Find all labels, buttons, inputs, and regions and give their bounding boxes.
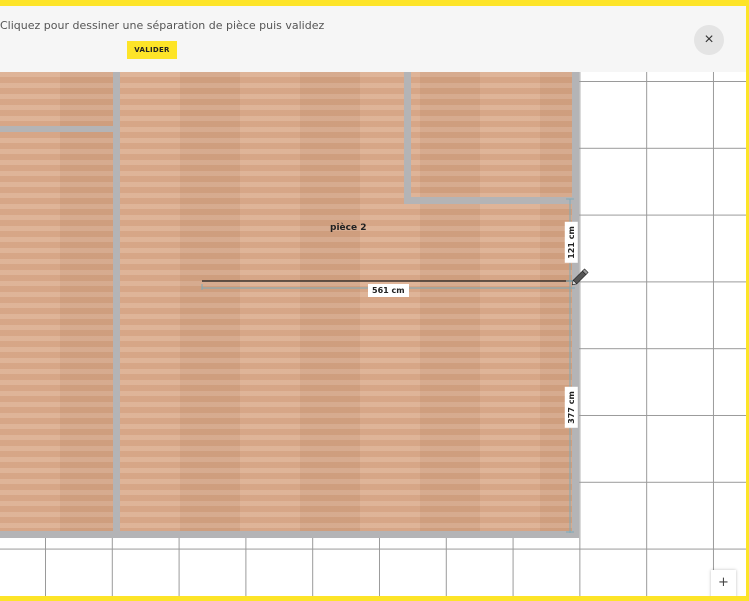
zoom-out-button[interactable]: -: [711, 595, 736, 596]
separation-drawing: [201, 198, 589, 533]
dimension-label-lower: 377 cm: [564, 387, 578, 428]
dimension-label-upper: 121 cm: [564, 222, 578, 263]
close-icon: ×: [704, 31, 714, 48]
dimension-label-horizontal: 561 cm: [368, 284, 409, 297]
instruction-text: Cliquez pour dessiner une séparation de …: [0, 19, 325, 32]
floor-plan-canvas[interactable]: pièce 2 561 cm 121 cm 377 cm + -: [0, 72, 746, 596]
zoom-controls: + -: [711, 570, 736, 596]
zoom-in-button[interactable]: +: [711, 570, 736, 595]
pencil-icon: [571, 268, 589, 286]
instruction-bar: Cliquez pour dessiner une séparation de …: [0, 6, 746, 72]
room-name-label: pièce 2: [330, 223, 367, 233]
close-button[interactable]: ×: [694, 25, 724, 55]
validate-button[interactable]: VALIDER: [127, 41, 177, 59]
